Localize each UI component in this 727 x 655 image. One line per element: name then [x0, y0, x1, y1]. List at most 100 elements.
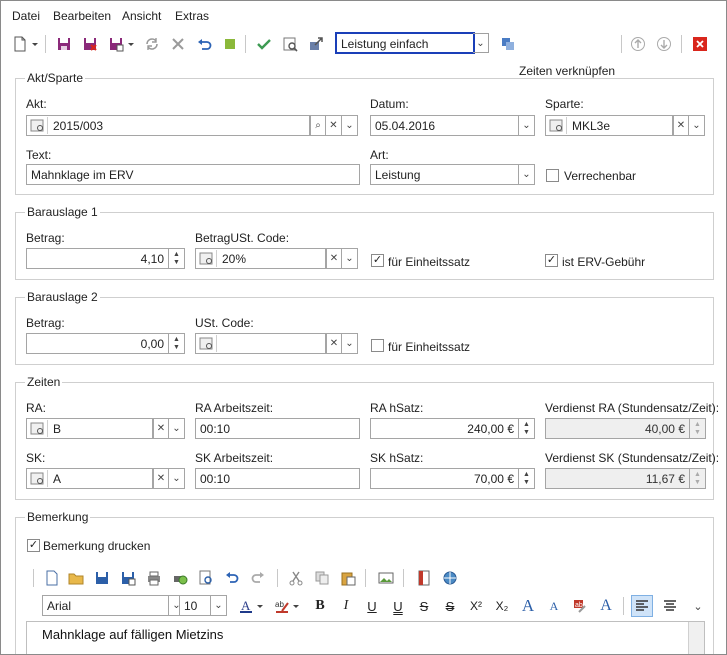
menu-bearbeiten[interactable]: Bearbeiten — [53, 9, 111, 23]
menu-extras[interactable]: Extras — [175, 9, 209, 23]
verrechenbar-checkbox[interactable] — [546, 169, 559, 182]
new-document-icon[interactable] — [41, 567, 63, 589]
chevron-down-icon[interactable]: ⌄ — [342, 333, 358, 354]
ra-input[interactable]: B — [26, 418, 153, 439]
b1-ust-input[interactable]: 20% — [195, 248, 326, 269]
undo-icon[interactable] — [221, 567, 243, 589]
grow-font-icon[interactable]: A — [517, 595, 539, 617]
undo-icon[interactable] — [193, 33, 215, 55]
font-dialog-icon[interactable]: A — [595, 595, 617, 617]
chevron-down-icon[interactable]: ⌄ — [169, 418, 185, 439]
lookup-icon[interactable] — [28, 117, 48, 134]
chevron-down-icon[interactable]: ⌄ — [211, 595, 227, 616]
bem-drucken-checkbox[interactable]: ✓ — [27, 539, 40, 552]
cut-icon[interactable] — [285, 567, 307, 589]
save-close-icon[interactable] — [79, 33, 101, 55]
insert-image-icon[interactable] — [375, 567, 397, 589]
save-new-icon[interactable] — [105, 33, 127, 55]
align-left-icon[interactable] — [631, 595, 653, 617]
font-size-select[interactable]: 10 — [179, 595, 211, 616]
highlight-dropdown-icon[interactable] — [291, 595, 301, 617]
chevron-down-icon[interactable]: ⌄ — [342, 248, 358, 269]
clear-icon[interactable]: ✕ — [326, 115, 342, 136]
open-folder-icon[interactable] — [65, 567, 87, 589]
close-icon[interactable] — [689, 33, 711, 55]
ra-zeit-input[interactable]: 00:10 — [195, 418, 360, 439]
sparte-input[interactable]: MKL3e — [545, 115, 673, 136]
spin-icon[interactable]: ▲ ▼ — [169, 248, 185, 269]
save-icon[interactable] — [53, 33, 75, 55]
print-preview-icon[interactable] — [169, 567, 191, 589]
sk-zeit-input[interactable]: 00:10 — [195, 468, 360, 489]
b1-einheit-checkbox[interactable]: ✓ — [371, 254, 384, 267]
link-times-icon[interactable] — [497, 33, 519, 55]
italic-icon[interactable]: I — [335, 595, 357, 617]
menu-ansicht[interactable]: Ansicht — [122, 9, 161, 23]
sk-satz-input[interactable]: 70,00 € — [370, 468, 519, 489]
remark-editor[interactable]: Mahnklage auf fälligen Mietzins — [26, 621, 705, 654]
lookup-icon[interactable] — [547, 117, 567, 134]
save-icon[interactable] — [91, 567, 113, 589]
lookup-icon[interactable] — [28, 470, 48, 487]
spin-icon[interactable]: ▲ ▼ — [519, 418, 535, 439]
editor-scrollbar[interactable] — [688, 622, 704, 654]
shrink-font-icon[interactable]: A — [543, 595, 565, 617]
font-color-dropdown-icon[interactable] — [255, 595, 265, 617]
lookup-icon[interactable] — [28, 420, 48, 437]
underline-icon[interactable]: U — [361, 595, 383, 617]
lookup-icon[interactable] — [197, 250, 217, 267]
spin-icon[interactable]: ▲ ▼ — [169, 333, 185, 354]
ra-satz-input[interactable]: 240,00 € — [370, 418, 519, 439]
search-icon[interactable]: ⌕ — [310, 115, 326, 136]
b1-betrag-input[interactable]: 4,10 — [26, 248, 169, 269]
b2-betrag-input[interactable]: 0,00 — [26, 333, 169, 354]
font-select[interactable]: Arial — [42, 595, 169, 616]
b2-ust-input[interactable] — [195, 333, 326, 354]
zoom-icon[interactable] — [195, 567, 217, 589]
clear-icon[interactable]: ✕ — [326, 333, 342, 354]
hyperlink-icon[interactable] — [439, 567, 461, 589]
clear-icon[interactable]: ✕ — [326, 248, 342, 269]
arrow-down-icon[interactable] — [653, 33, 675, 55]
font-color-icon[interactable]: A — [235, 595, 257, 617]
double-underline-icon[interactable]: U — [387, 595, 409, 617]
spin-icon[interactable]: ▲ ▼ — [519, 468, 535, 489]
paste-icon[interactable] — [337, 567, 359, 589]
chevron-down-icon[interactable]: ⌄ — [169, 468, 185, 489]
sk-input[interactable]: A — [26, 468, 153, 489]
superscript-icon[interactable]: X² — [465, 595, 487, 617]
clear-icon[interactable]: ✕ — [673, 115, 689, 136]
b2-einheit-checkbox[interactable] — [371, 339, 384, 352]
highlight-icon[interactable]: ab — [271, 595, 293, 617]
b1-erv-checkbox[interactable]: ✓ — [545, 254, 558, 267]
redo-icon[interactable] — [247, 567, 269, 589]
strikethrough-icon[interactable]: S — [413, 595, 435, 617]
text-input[interactable]: Mahnklage im ERV — [26, 164, 360, 185]
menu-datei[interactable]: Datei — [12, 9, 40, 23]
new-document-icon[interactable] — [9, 33, 31, 55]
chevron-down-icon[interactable]: ⌄ — [519, 164, 535, 185]
subscript-icon[interactable]: X₂ — [491, 595, 513, 617]
search-document-icon[interactable] — [279, 33, 301, 55]
new-dropdown-icon[interactable] — [29, 33, 41, 55]
more-tools-chevron-icon[interactable]: ⌄ — [687, 595, 709, 617]
akt-input[interactable]: 2015/003 — [26, 115, 310, 136]
mode-select[interactable]: Leistung einfach — [335, 32, 475, 54]
chevron-down-icon[interactable]: ⌄ — [342, 115, 358, 136]
lookup-icon[interactable] — [197, 335, 217, 352]
arrow-up-icon[interactable] — [627, 33, 649, 55]
datum-input[interactable]: 05.04.2016 — [370, 115, 519, 136]
link-times-label[interactable]: Zeiten verknüpfen — [519, 64, 615, 78]
chevron-down-icon[interactable]: ⌄ — [519, 115, 535, 136]
save-as-icon[interactable] — [117, 567, 139, 589]
double-strikethrough-icon[interactable]: S — [439, 595, 461, 617]
copy-icon[interactable] — [311, 567, 333, 589]
print-icon[interactable] — [143, 567, 165, 589]
clear-icon[interactable]: ✕ — [153, 468, 169, 489]
export-icon[interactable] — [305, 33, 327, 55]
page-break-icon[interactable] — [413, 567, 435, 589]
delete-icon[interactable] — [167, 33, 189, 55]
bold-icon[interactable]: B — [309, 595, 331, 617]
clear-format-icon[interactable]: ab — [569, 595, 591, 617]
save-dropdown-icon[interactable] — [125, 33, 137, 55]
